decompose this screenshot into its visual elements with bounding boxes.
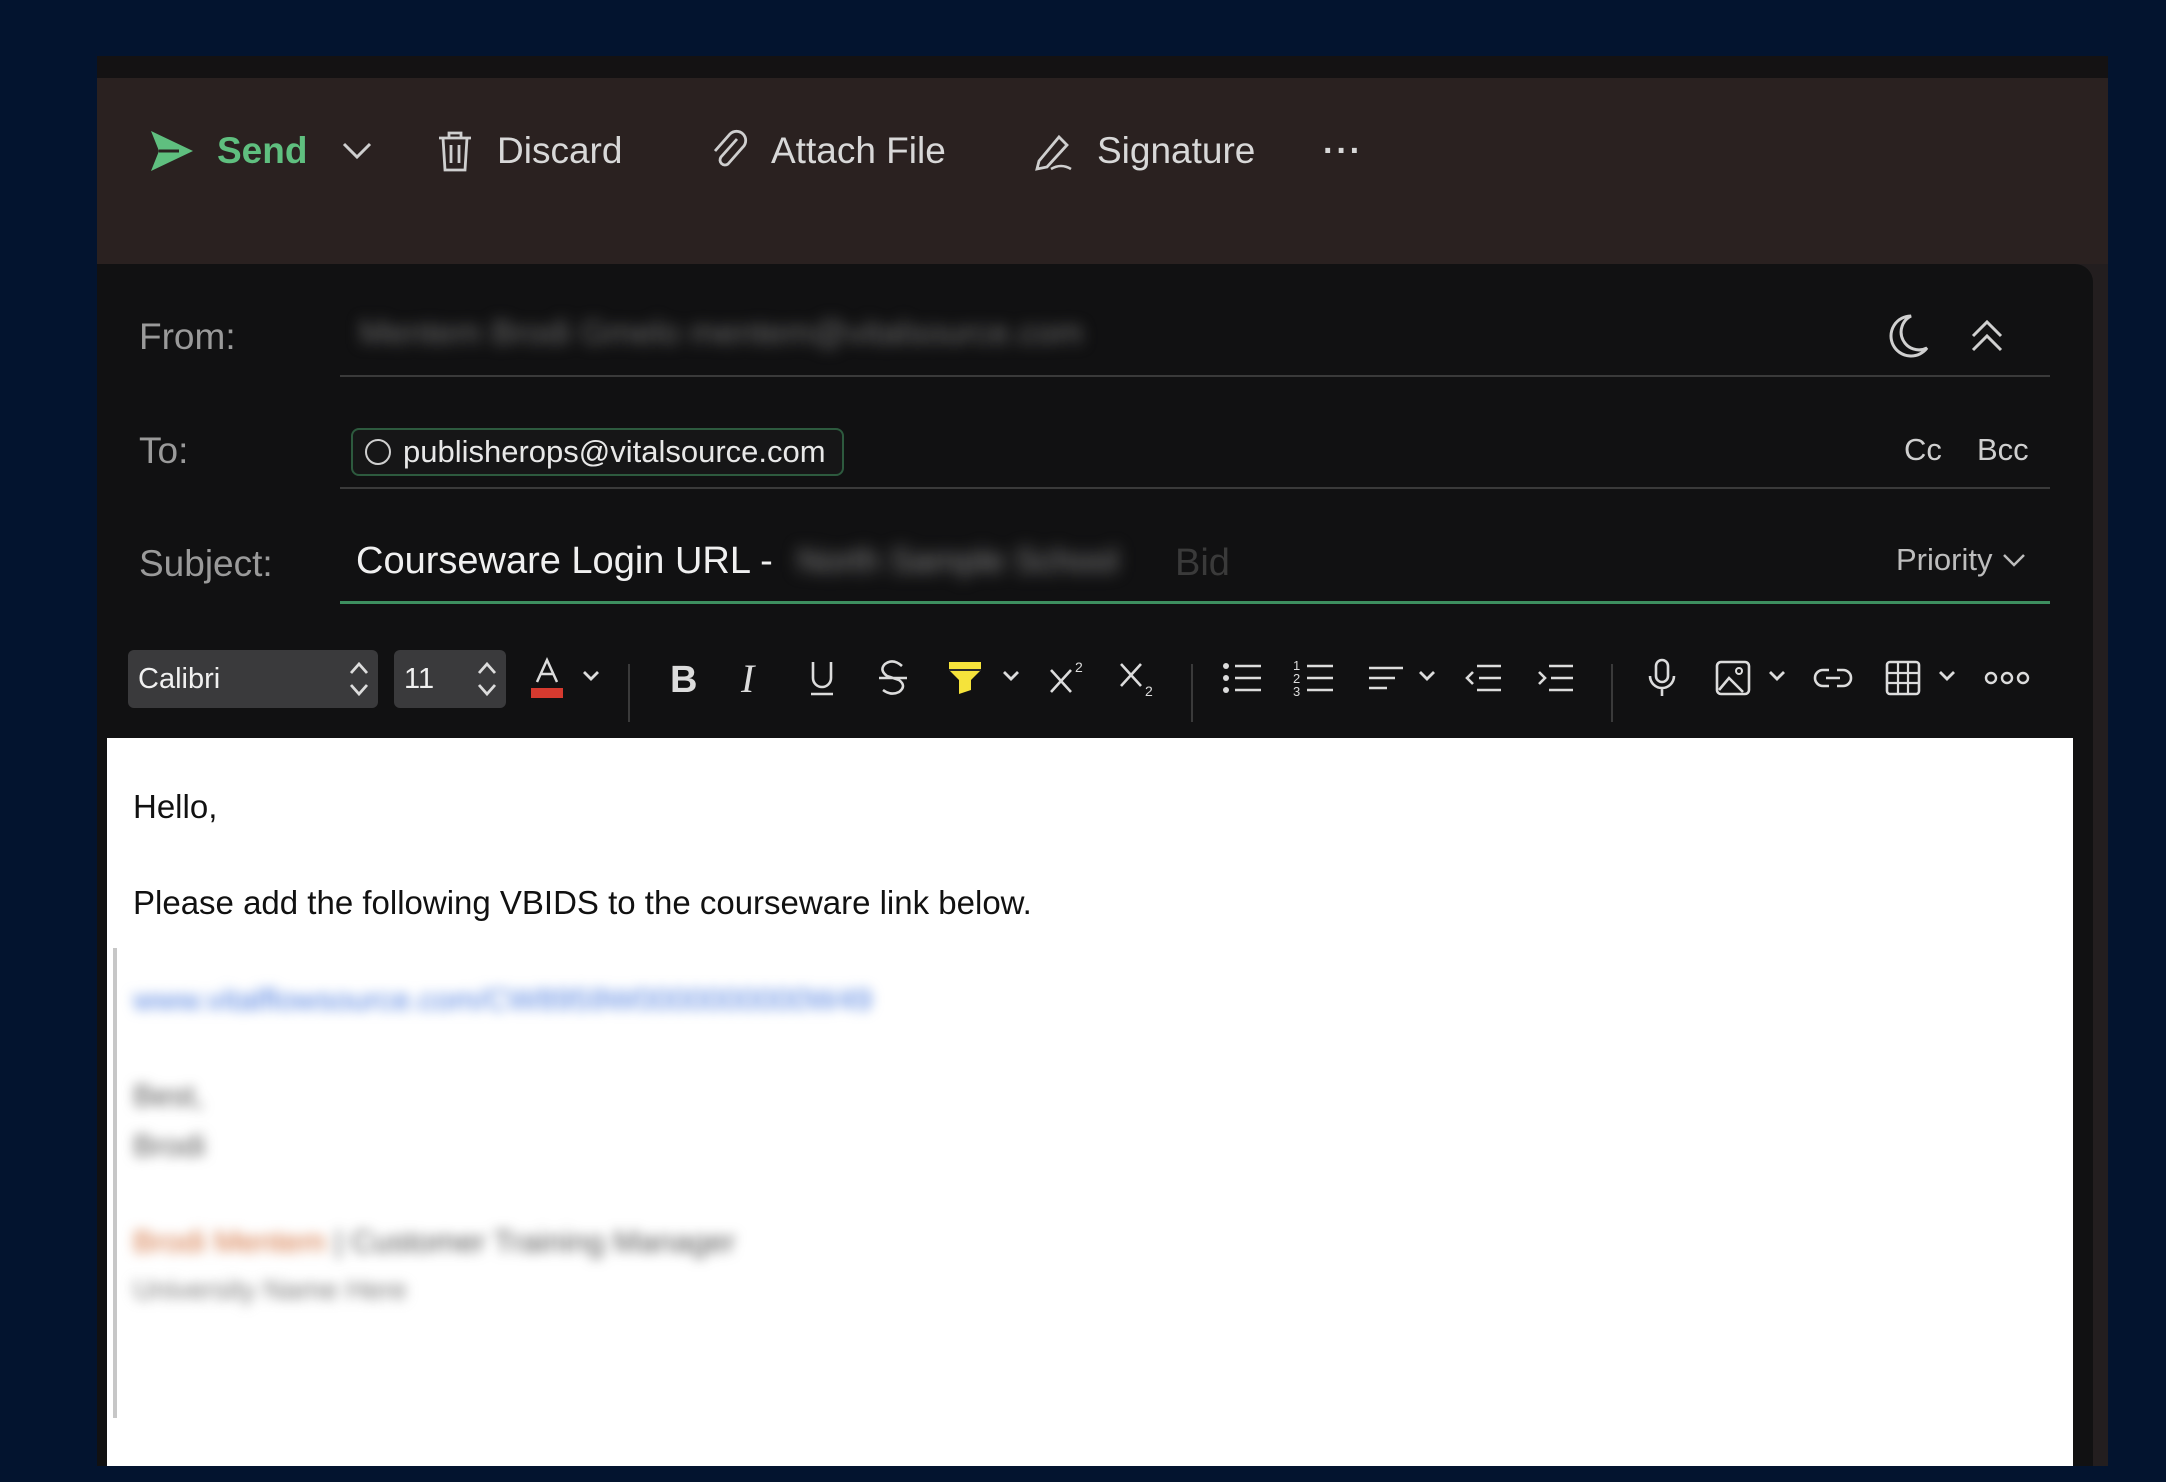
signature-button[interactable]: Signature <box>1031 118 1255 184</box>
send-options-button[interactable] <box>341 118 373 184</box>
bold-icon[interactable]: B <box>664 654 698 702</box>
paperclip-icon <box>713 129 748 167</box>
signature-line: Brodi <box>133 1128 206 1163</box>
subject-redacted-text: North Sample School <box>797 542 1119 580</box>
message-body[interactable]: Hello, Please add the following VBIDS to… <box>107 738 2073 1466</box>
more-options-button[interactable]: ··· <box>1323 118 1363 184</box>
font-size-value: 11 <box>404 662 435 695</box>
svg-text:I: I <box>740 656 756 701</box>
svg-text:2: 2 <box>1145 683 1153 699</box>
font-family-select[interactable]: Calibri <box>128 650 378 708</box>
chevron-down-icon <box>2003 554 2026 567</box>
font-size-select[interactable]: 11 <box>394 650 506 708</box>
superscript-icon[interactable]: 2 <box>1047 654 1091 702</box>
chevron-down-icon[interactable] <box>1001 668 1021 684</box>
discard-label: Discard <box>497 130 623 171</box>
chevron-down-icon <box>342 142 372 160</box>
compose-toolbar: Send Discard Attach File Signature ··· <box>97 78 2108 264</box>
compose-window: Send Discard Attach File Signature ··· F… <box>97 56 2108 1466</box>
subject-input[interactable]: Courseware Login URL - <box>356 540 773 583</box>
bullet-list-icon[interactable] <box>1221 654 1263 702</box>
send-button[interactable]: Send <box>149 118 307 184</box>
signature-name-line: Brodi Mentem | Customer Training Manager <box>133 1224 736 1260</box>
priority-label: Priority <box>1896 542 1993 577</box>
more-icon: ··· <box>1323 131 1363 170</box>
bcc-button[interactable]: Bcc <box>1977 432 2029 468</box>
format-toolbar: Calibri 11 B I 2 2 1 2 3 <box>97 624 2093 722</box>
to-divider <box>340 487 2050 489</box>
decrease-indent-icon[interactable] <box>1463 654 1505 702</box>
body-paragraph: Please add the following VBIDS to the co… <box>133 884 1032 921</box>
microphone-icon[interactable] <box>1645 654 1679 702</box>
courseware-link[interactable]: www.vitalflowsource.com/CW8959W000000000… <box>133 982 1013 1017</box>
from-divider <box>340 375 2050 377</box>
subject-tail-text: Bid <box>1175 542 1230 584</box>
subject-label: Subject: <box>139 543 273 584</box>
chevron-down-icon[interactable] <box>581 668 601 684</box>
chevron-down-icon[interactable] <box>1417 668 1437 684</box>
format-separator <box>1191 664 1193 722</box>
increase-indent-icon[interactable] <box>1535 654 1577 702</box>
priority-dropdown[interactable]: Priority <box>1896 542 2026 578</box>
compose-panel: From: Mentem Brodi Gmelo mentem@vitalsou… <box>97 264 2093 1466</box>
format-separator <box>628 664 630 722</box>
recipient-email: publisherops@vitalsource.com <box>403 434 826 469</box>
stepper-icon <box>349 661 369 697</box>
signature-pen-icon <box>1035 134 1072 171</box>
format-separator <box>1611 664 1613 722</box>
cc-button[interactable]: Cc <box>1904 432 1942 468</box>
svg-text:B: B <box>670 659 697 701</box>
more-format-icon[interactable] <box>1983 654 2031 702</box>
send-label: Send <box>217 130 308 171</box>
attach-file-label: Attach File <box>771 130 946 171</box>
svg-text:3: 3 <box>1293 684 1300 699</box>
strikethrough-icon[interactable] <box>875 654 911 702</box>
image-icon[interactable] <box>1713 654 1753 702</box>
font-family-value: Calibri <box>138 662 221 695</box>
table-icon[interactable] <box>1883 654 1923 702</box>
subject-underline <box>340 601 2050 604</box>
highlight-icon[interactable] <box>945 654 985 702</box>
window-top-bar <box>97 56 2108 78</box>
to-label: To: <box>139 430 189 471</box>
stepper-icon <box>477 661 497 697</box>
underline-icon[interactable] <box>805 654 839 702</box>
numbered-list-icon[interactable]: 1 2 3 <box>1293 654 1335 702</box>
send-icon <box>151 131 193 171</box>
collapse-header-icon[interactable] <box>1967 316 2007 356</box>
trash-icon <box>439 131 471 172</box>
from-value[interactable]: Mentem Brodi Gmelo mentem@vitalsource.co… <box>359 314 1239 354</box>
signature-line: Best, <box>133 1078 204 1113</box>
font-color-icon[interactable] <box>527 654 567 702</box>
greeting-text: Hello, <box>133 788 218 825</box>
signature-title: | Customer Training Manager <box>334 1224 736 1259</box>
signature-name: Brodi Mentem <box>133 1224 326 1259</box>
signature-org: University Name Here <box>133 1274 407 1305</box>
align-icon[interactable] <box>1365 654 1407 702</box>
chevron-down-icon[interactable] <box>1767 668 1787 684</box>
attach-file-button[interactable]: Attach File <box>709 118 946 184</box>
subscript-icon[interactable]: 2 <box>1117 654 1161 702</box>
from-label: From: <box>139 316 236 357</box>
signature-label: Signature <box>1097 130 1256 171</box>
link-icon[interactable] <box>1813 654 1853 702</box>
chevron-down-icon[interactable] <box>1937 668 1957 684</box>
recipient-chip[interactable]: publisherops@vitalsource.com <box>351 428 844 476</box>
discard-button[interactable]: Discard <box>435 118 622 184</box>
moon-icon[interactable] <box>1887 312 1931 360</box>
recipient-status-icon <box>365 439 391 465</box>
italic-icon[interactable]: I <box>735 654 769 702</box>
svg-text:2: 2 <box>1075 659 1083 675</box>
quote-bar <box>113 948 117 1418</box>
